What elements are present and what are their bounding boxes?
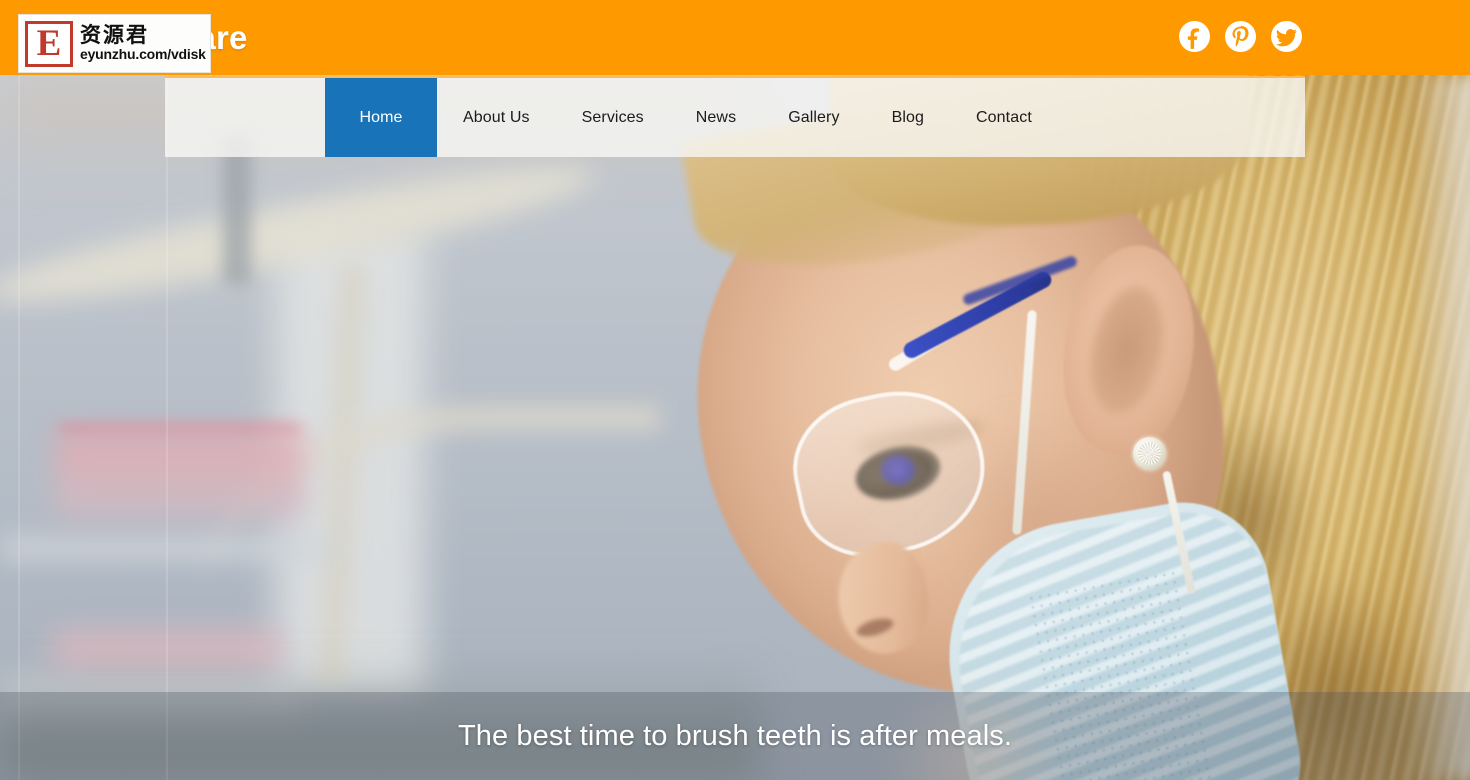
site-header: Dental Care: [0, 0, 1470, 75]
hero-caption-text: The best time to brush teeth is after me…: [457, 719, 1013, 752]
social-links[interactable]: [1179, 21, 1302, 52]
twitter-icon[interactable]: [1271, 21, 1302, 52]
hero-image: [0, 75, 1470, 780]
photo-right-edge: [1410, 75, 1470, 780]
watermark-text: 资源君 eyunzhu.com/vdisk: [80, 24, 206, 63]
pinterest-icon[interactable]: [1225, 21, 1256, 52]
watermark-badge-icon: E: [25, 20, 73, 67]
facebook-icon[interactable]: [1179, 21, 1210, 52]
watermark-logo: E 资源君 eyunzhu.com/vdisk: [18, 14, 211, 73]
nav-item-home[interactable]: Home: [325, 78, 437, 157]
nav-item-contact[interactable]: Contact: [950, 78, 1058, 157]
watermark-badge-letter: E: [36, 23, 62, 64]
watermark-chinese-text: 资源君: [80, 23, 149, 48]
photo-seam: [166, 75, 168, 780]
nav-item-blog[interactable]: Blog: [866, 78, 950, 157]
nav-item-gallery[interactable]: Gallery: [762, 78, 865, 157]
earring: [1133, 437, 1166, 470]
watermark-url: eyunzhu.com/vdisk: [80, 46, 206, 63]
photo-seam: [18, 75, 20, 780]
page-root: Home About Us Services News Gallery Blog…: [0, 0, 1470, 780]
hero-caption-band: The best time to brush teeth is after me…: [0, 692, 1470, 780]
main-navigation[interactable]: Home About Us Services News Gallery Blog…: [165, 76, 1305, 157]
background-shelf-upper: [0, 535, 330, 561]
background-pink-box: [55, 433, 305, 521]
equipment-pole: [223, 135, 251, 285]
nav-item-services[interactable]: Services: [556, 78, 670, 157]
background-pink-edge: [60, 425, 300, 433]
nav-item-about-us[interactable]: About Us: [437, 78, 556, 157]
nav-item-news[interactable]: News: [670, 78, 762, 157]
